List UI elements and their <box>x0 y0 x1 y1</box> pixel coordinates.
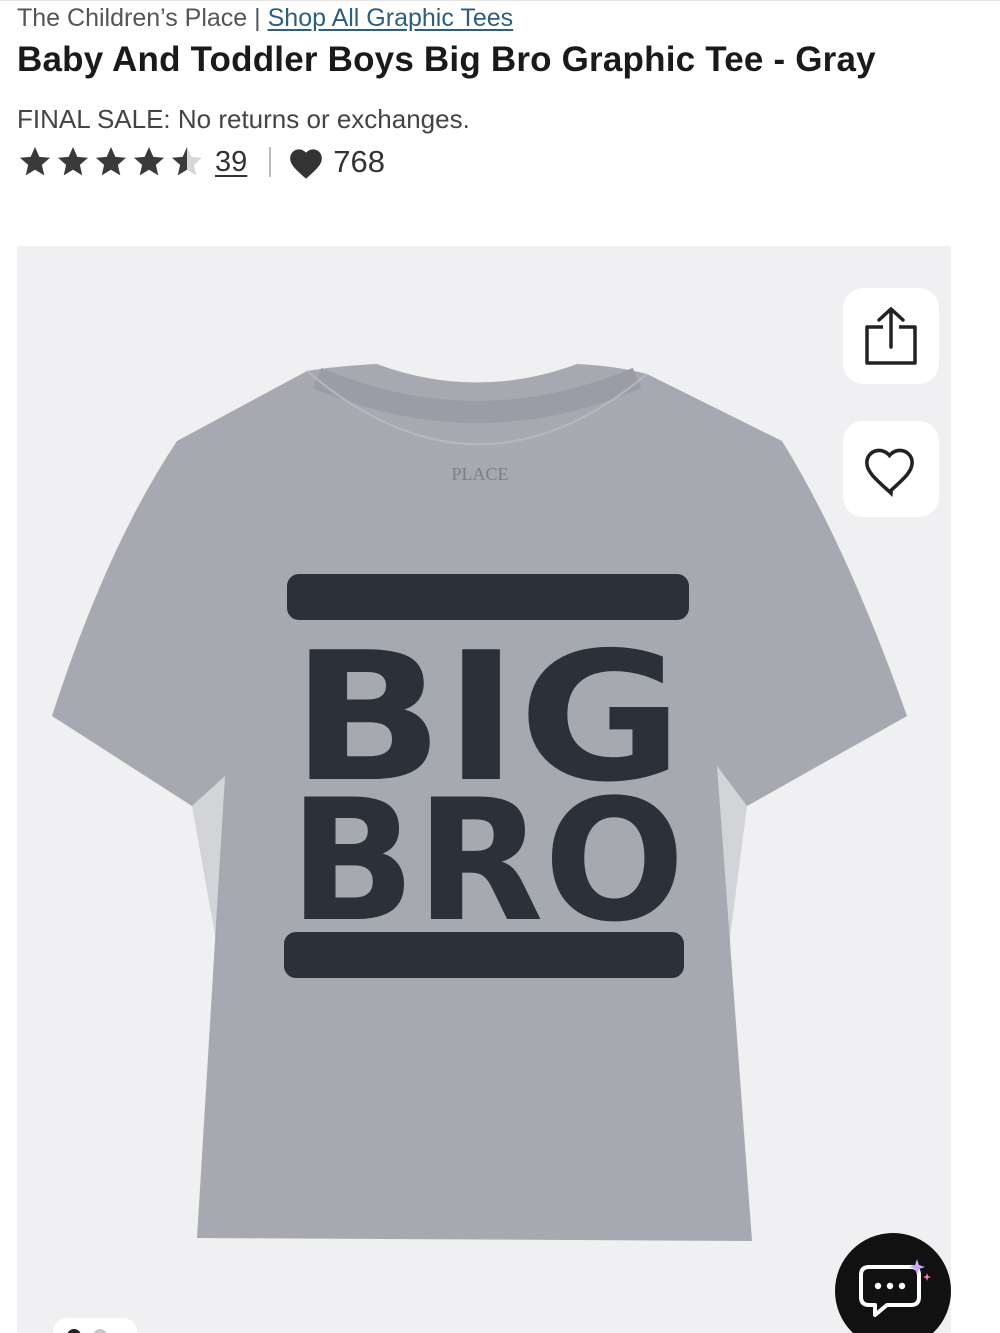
share-button[interactable] <box>843 288 939 384</box>
top-divider <box>0 0 1000 1</box>
heart-filled-icon <box>290 149 323 179</box>
pagination-dot[interactable] <box>93 1329 107 1333</box>
print-bottom-bar <box>284 932 684 978</box>
star-icon <box>134 147 164 176</box>
product-image: PLACE BIG BRO <box>52 364 907 1241</box>
star-icon <box>58 147 88 176</box>
breadcrumb-separator: | <box>254 4 261 32</box>
shirt-print-bro: BRO <box>289 763 685 959</box>
rating-row: 39 768 <box>17 142 385 182</box>
star-icon <box>20 147 50 176</box>
image-pagination <box>53 1318 137 1333</box>
pagination-dot-active[interactable] <box>67 1329 81 1333</box>
add-to-favorites-button[interactable] <box>843 421 939 517</box>
star-half-icon <box>172 147 202 176</box>
share-icon <box>865 307 917 365</box>
favorites-count: 768 <box>333 144 385 179</box>
chat-bubble-icon <box>859 1259 931 1317</box>
final-sale-notice: FINAL SALE: No returns or exchanges. <box>17 104 470 134</box>
rating-divider <box>269 147 272 177</box>
shop-all-graphic-tees-link[interactable]: Shop All Graphic Tees <box>268 4 514 32</box>
review-count-link[interactable]: 39 <box>215 146 247 179</box>
shirt-neck-label: PLACE <box>451 464 508 484</box>
product-image-gallery[interactable]: PLACE BIG BRO <box>17 246 951 1333</box>
star-rating[interactable] <box>17 144 207 180</box>
heart-outline-icon <box>865 448 914 497</box>
star-icon <box>96 147 126 176</box>
product-title: Baby And Toddler Boys Big Bro Graphic Te… <box>17 40 876 79</box>
breadcrumb-brand: The Children’s Place <box>17 4 248 32</box>
breadcrumb: The Children’s Place | Shop All Graphic … <box>17 4 513 33</box>
